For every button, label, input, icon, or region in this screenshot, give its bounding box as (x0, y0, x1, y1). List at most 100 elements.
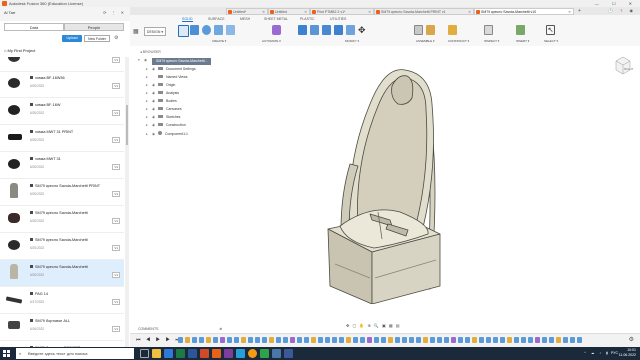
tab-document[interactable]: SM79 кресло Savoia-Marchetti PRINT v1 ✕ (374, 8, 474, 15)
list-item[interactable]: хомка MWT 31 PRINT 6/20/2022 V1 (0, 125, 124, 152)
list-item[interactable]: SM79 бортовое ALL 6/16/2022 V1 (0, 314, 124, 341)
construct-menu[interactable]: CONSTRUCT ▾ (448, 39, 469, 43)
insert-menu[interactable]: INSERT ▾ (516, 39, 529, 43)
version-badge[interactable]: V1 (112, 83, 120, 89)
list-item[interactable]: SM79 кресло Savoia-Marchetti 6/20/2022 V… (0, 233, 124, 260)
joint-icon[interactable] (426, 25, 435, 35)
create-menu[interactable]: CREATE ▾ (212, 39, 226, 43)
tab-data[interactable]: Data (4, 23, 64, 31)
browser-node[interactable]: ▸ ◉ Component1:1 (146, 131, 188, 138)
scrollbar-thumb[interactable] (126, 105, 128, 145)
tab-surface[interactable]: SURFACE (208, 17, 225, 21)
fusion-360-taskbar-icon[interactable] (212, 349, 221, 358)
select-cursor-icon[interactable]: ↖ (546, 25, 555, 35)
list-item-selected[interactable]: SM79 кресло Savoia-Marchetti 6/20/2022 V… (0, 260, 124, 287)
comments-panel[interactable]: COMMENTS ⊕ (138, 327, 222, 331)
edge-icon[interactable] (164, 349, 173, 358)
window-controls[interactable]: — ☐ ✕ (595, 1, 638, 6)
automate-icon[interactable] (272, 25, 281, 35)
browser-node[interactable]: ▸ ◉ Origin (146, 83, 175, 90)
new-component-icon[interactable] (414, 25, 423, 35)
timeline-features[interactable] (178, 334, 598, 346)
tab-document[interactable]: Untitled ✕ (268, 8, 310, 15)
new-folder-button[interactable]: New Folder (84, 35, 110, 42)
chrome-icon[interactable] (248, 349, 257, 358)
browser-root-toggle[interactable]: ▾ ◉ (138, 58, 150, 65)
timeline-playback-controls[interactable]: ⏮ ◀ ▶ ▶ ⏭ (136, 337, 182, 343)
data-panel-icons[interactable]: ⟳ ⋮ ✕ (103, 10, 126, 15)
gear-icon[interactable]: ⚙ (114, 35, 118, 41)
browser-node[interactable]: ▸ ◉ Canvases (146, 107, 182, 114)
pattern-icon[interactable] (226, 25, 235, 35)
version-badge[interactable]: V1 (112, 164, 120, 170)
windows-start-icon[interactable] (3, 350, 10, 357)
file-list-scrollbar[interactable] (125, 57, 129, 352)
version-badge[interactable]: V1 (112, 326, 120, 332)
browser-node[interactable]: ▸ Named Views (146, 75, 188, 82)
assemble-menu[interactable]: ASSEMBLE ▾ (416, 39, 435, 43)
grid-menu-icon[interactable]: ▦ (133, 28, 139, 35)
tab-utilities[interactable]: UTILITIES (330, 17, 346, 21)
select-menu[interactable]: SELECT ▾ (544, 39, 558, 43)
tab-plastic[interactable]: PLASTIC (300, 17, 315, 21)
app-icon[interactable] (284, 349, 293, 358)
new-sketch-icon[interactable] (178, 25, 189, 37)
list-item[interactable]: SM79 кресло Savoia-Marchetti PRINT 6/20/… (0, 179, 124, 206)
automate-menu[interactable]: AUTOMATE ▾ (262, 39, 281, 43)
whatsapp-icon[interactable] (260, 349, 269, 358)
powerpoint-icon[interactable] (200, 349, 209, 358)
browser-root[interactable]: SM79 кресло Savoia-Marchetti... (152, 58, 212, 65)
browser-node[interactable]: ▸ ◉ Bodies (146, 99, 177, 106)
tab-sheet-metal[interactable]: SHEET METAL (264, 17, 288, 21)
version-badge[interactable]: V1 (112, 218, 120, 224)
team-selector[interactable]: Al Tarr (4, 10, 15, 15)
clock[interactable]: 10:01 11.06.2022 (619, 348, 636, 358)
workspace-dropdown[interactable]: DESIGN ▾ (144, 27, 166, 36)
tab-document[interactable]: Pilot PTMB2 2 v1* ✕ (310, 8, 374, 15)
breadcrumb[interactable]: ⌂ My First Project (4, 48, 35, 53)
system-tray-icons[interactable]: ^ ☁ ♪ ▮ (584, 351, 610, 355)
list-item[interactable]: V1 (0, 57, 124, 72)
offset-plane-icon[interactable] (448, 25, 457, 35)
app-icon[interactable] (224, 349, 233, 358)
vk-icon[interactable] (272, 349, 281, 358)
revolve-icon[interactable] (202, 25, 211, 35)
design-canvas[interactable]: ◂ BROWSER ▾ ◉ SM79 кресло Savoia-Marchett… (130, 46, 640, 333)
list-item[interactable]: хомка BF-16W 6/20/2022 V1 (0, 98, 124, 125)
extrude-icon[interactable] (190, 25, 199, 35)
timeline-settings-gear-icon[interactable]: ⚙ (629, 336, 634, 343)
chamfer-icon[interactable] (322, 25, 331, 35)
tab-solid[interactable]: SOLID (182, 17, 193, 22)
version-badge[interactable]: V1 (112, 191, 120, 197)
browser-node[interactable]: ▸ ◉ Analysis (146, 91, 179, 98)
measure-icon[interactable] (484, 25, 493, 35)
browser-node[interactable]: ▸ ◉ Document Settings (146, 67, 196, 74)
taskbar-search-input[interactable]: ⌕ Введите здесь текст для поиска (16, 348, 134, 359)
version-badge[interactable]: V1 (112, 272, 120, 278)
excel-icon[interactable] (176, 349, 185, 358)
task-view-icon[interactable] (140, 349, 149, 358)
upload-button[interactable]: Upload (62, 35, 82, 42)
insert-image-icon[interactable] (516, 25, 525, 35)
hole-icon[interactable] (214, 25, 223, 35)
eye-icon[interactable]: ◉ (144, 58, 150, 62)
version-badge[interactable]: V1 (112, 245, 120, 251)
file-explorer-icon[interactable] (152, 349, 161, 358)
language-indicator[interactable]: РУС (611, 351, 618, 355)
navigation-bar[interactable]: ✥ ▢ ✋ ⊕ 🔍 ▣ ▦ ▤ (346, 323, 426, 330)
modify-menu[interactable]: MODIFY ▾ (345, 39, 359, 43)
version-badge[interactable]: V1 (112, 57, 120, 63)
tab-document[interactable]: Untitled* ✕ (226, 8, 268, 15)
browser-node[interactable]: ▸ ◉ Sketches (146, 115, 180, 122)
seat-3d-model[interactable] (280, 64, 460, 304)
tab-people[interactable]: People (64, 23, 124, 31)
view-cube-icon[interactable]: RIGHT (612, 54, 634, 76)
new-tab-icon[interactable]: + (578, 8, 581, 14)
inspect-menu[interactable]: INSPECT ▾ (484, 39, 499, 43)
list-item[interactable]: SM79 кресло Savoia-Marchetti 6/20/2022 V… (0, 206, 124, 233)
telegram-icon[interactable] (236, 349, 245, 358)
version-badge[interactable]: V1 (112, 137, 120, 143)
word-icon[interactable] (188, 349, 197, 358)
tab-mesh[interactable]: MESH (240, 17, 250, 21)
list-item[interactable]: хомка MWT 31 6/20/2022 V1 (0, 152, 124, 179)
